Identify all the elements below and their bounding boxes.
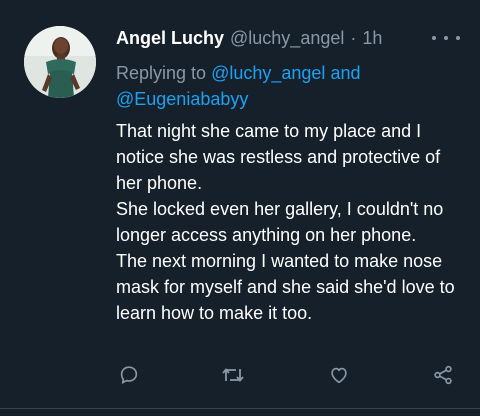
mention-link[interactable]: @Eugeniababyy <box>116 89 248 109</box>
mention-link[interactable]: @luchy_angel <box>211 63 325 83</box>
more-dots-icon[interactable] <box>432 30 460 46</box>
tweet[interactable]: Angel Luchy @luchy_angel · 1h Replying t… <box>0 0 480 416</box>
mention-conjunction[interactable]: and <box>330 63 360 83</box>
tweet-text: That night she came to my place and I no… <box>116 118 456 326</box>
user-handle[interactable]: @luchy_angel <box>230 26 344 50</box>
tweet-content: Angel Luchy @luchy_angel · 1h Replying t… <box>116 26 460 326</box>
avatar-image <box>24 26 96 98</box>
separator-dot: · <box>350 28 357 48</box>
timestamp[interactable]: 1h <box>362 26 382 50</box>
reply-button[interactable] <box>116 362 142 388</box>
tweet-header: Angel Luchy @luchy_angel · 1h <box>116 26 460 50</box>
reply-icon <box>120 366 138 384</box>
heart-icon <box>331 367 347 384</box>
tweet-text-line: That night she came to my place and I no… <box>116 121 441 193</box>
share-button[interactable] <box>430 362 456 388</box>
tweet-actions <box>116 362 456 388</box>
like-button[interactable] <box>326 362 352 388</box>
tweet-text-line: She locked even her gallery, I couldn't … <box>116 199 444 245</box>
avatar[interactable] <box>24 26 96 98</box>
tweet-text-line: The next morning I wanted to make nose m… <box>116 251 455 323</box>
share-icon <box>434 365 452 385</box>
replying-to: Replying to @luchy_angel and @Eugeniabab… <box>116 60 460 112</box>
display-name[interactable]: Angel Luchy <box>116 26 224 50</box>
replying-prefix: Replying to <box>116 63 207 83</box>
divider <box>0 408 480 409</box>
retweet-icon <box>222 368 244 382</box>
retweet-button[interactable] <box>220 362 246 388</box>
